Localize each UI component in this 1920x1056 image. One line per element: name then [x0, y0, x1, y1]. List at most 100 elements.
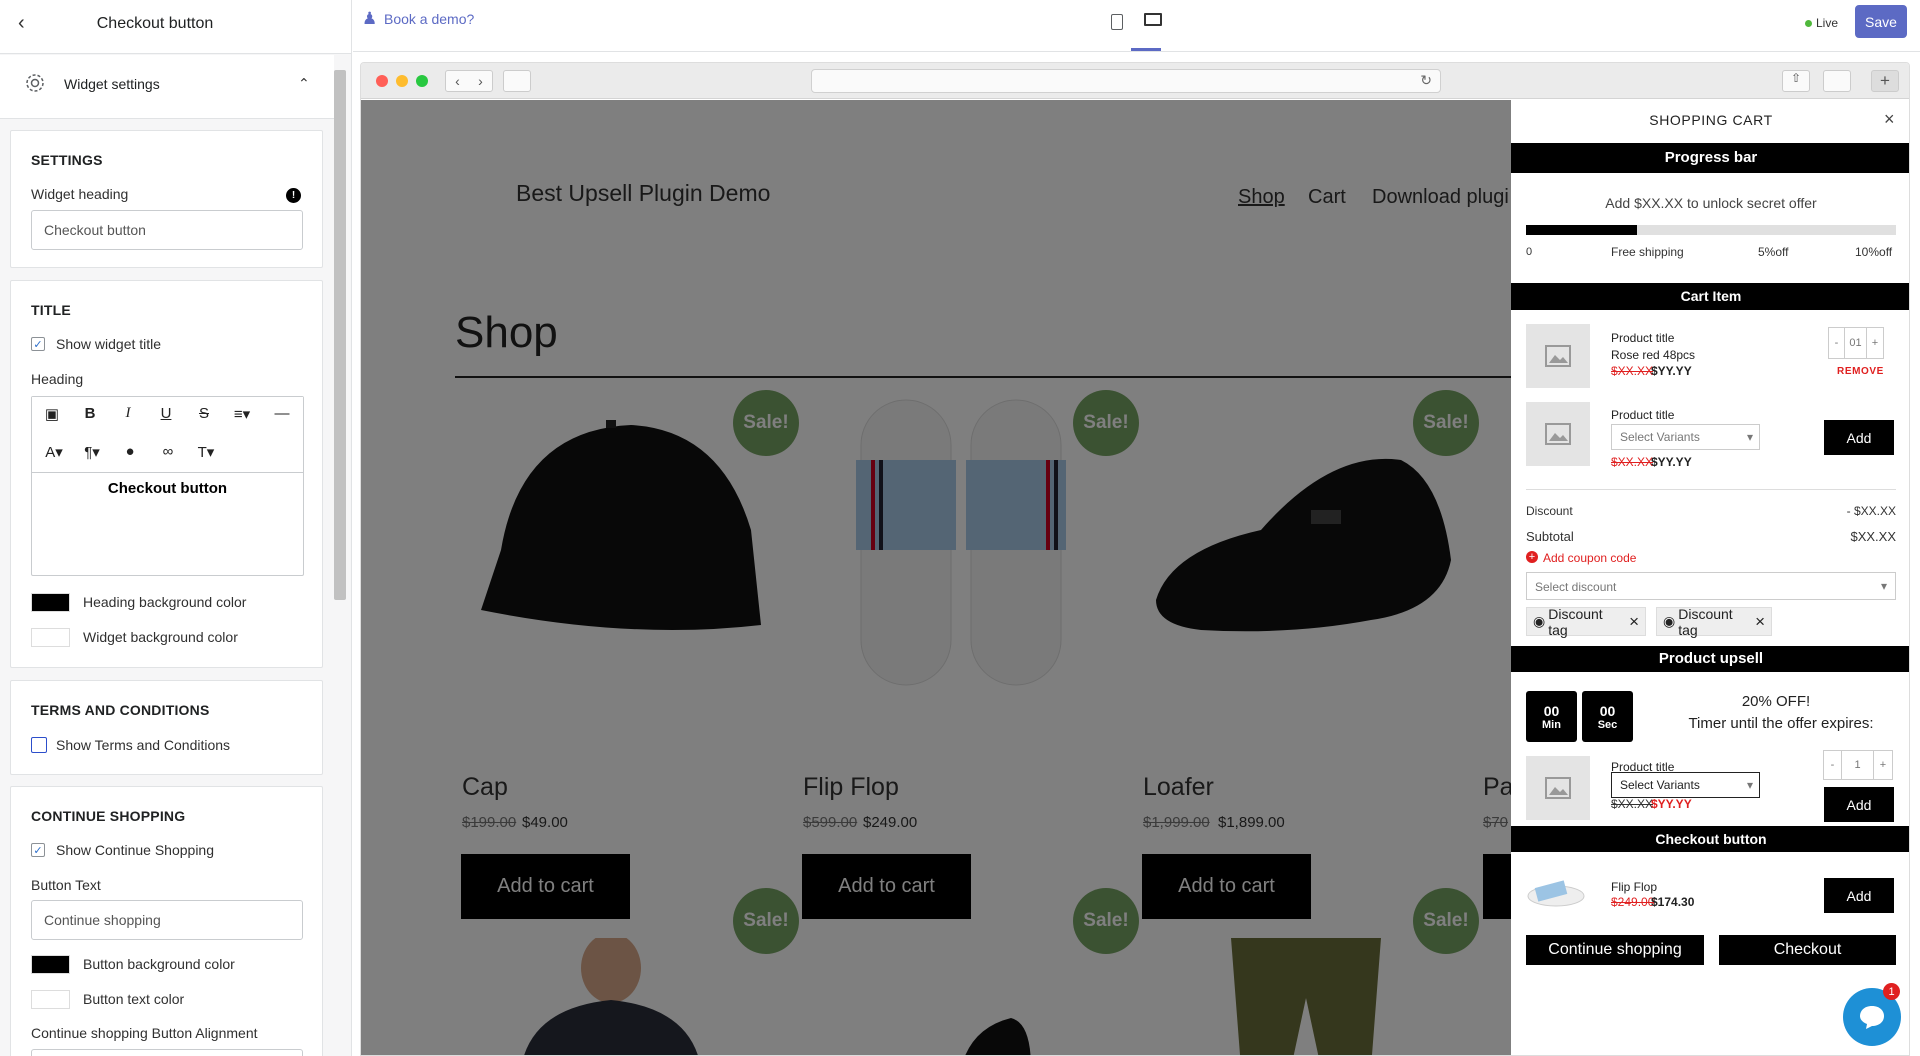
strikethrough-icon[interactable]: S [192, 405, 216, 422]
button-text-color-swatch[interactable] [31, 990, 70, 1009]
add-coupon-link[interactable]: Add coupon code [1543, 551, 1636, 565]
close-dot[interactable] [376, 75, 388, 87]
continue-shopping-button[interactable]: Continue shopping [1526, 935, 1704, 965]
timer-seconds: 00 Sec [1582, 691, 1633, 742]
checkout-button[interactable]: Checkout [1719, 935, 1896, 965]
button-text-label: Button Text [31, 877, 101, 893]
mobile-view-icon[interactable] [1111, 14, 1123, 30]
new-tab-icon[interactable]: + [1871, 70, 1899, 92]
discount-tag-label: Discount tag [1678, 605, 1733, 638]
underline-icon[interactable]: U [154, 405, 178, 422]
upsell-add-button[interactable]: Add [1824, 787, 1894, 822]
italic-icon[interactable]: I [116, 405, 140, 422]
show-terms-checkbox[interactable] [31, 737, 47, 753]
continue-shopping-card: CONTINUE SHOPPING ✓ Show Continue Shoppi… [10, 786, 323, 1056]
maximize-dot[interactable] [416, 75, 428, 87]
widget-heading-input[interactable]: Checkout button [31, 210, 303, 250]
image-placeholder-icon [1545, 345, 1571, 367]
alignment-select[interactable] [31, 1049, 303, 1056]
milestone-10off: 10%off [1855, 245, 1893, 259]
checkout-old-price: $249.00 [1611, 895, 1655, 909]
checkout-add-button[interactable]: Add [1824, 878, 1894, 913]
cart-item-heading: Cart Item [1511, 283, 1909, 310]
close-icon[interactable]: × [1884, 109, 1895, 130]
button-bg-swatch[interactable] [31, 955, 70, 974]
nav-arrows[interactable]: ‹ › [445, 70, 493, 92]
timer-sec-label: Sec [1597, 718, 1618, 731]
timer-minutes: 00 Min [1526, 691, 1577, 742]
paragraph-icon[interactable]: ¶▾ [80, 443, 104, 461]
discount-tag: ◉ Discount tag × [1526, 606, 1646, 638]
decrease-button[interactable]: - [1824, 751, 1842, 779]
widget-bg-swatch[interactable] [31, 628, 70, 647]
tag-icon: ◉ [1663, 613, 1676, 629]
show-continue-checkbox[interactable]: ✓ [31, 843, 45, 857]
subtotal-label: Subtotal [1526, 529, 1574, 544]
variant-select[interactable]: Select Variants ▾ [1611, 424, 1760, 450]
minimize-dot[interactable] [396, 75, 408, 87]
upsell-variant-select[interactable]: Select Variants ▾ [1611, 772, 1760, 798]
remove-link[interactable]: REMOVE [1837, 366, 1884, 377]
back-icon[interactable]: ‹ [455, 73, 460, 89]
address-bar[interactable]: ↻ [811, 69, 1441, 93]
increase-button[interactable]: + [1867, 328, 1883, 358]
info-icon[interactable]: ! [286, 188, 301, 203]
checkout-product-name: Flip Flop [1611, 880, 1658, 894]
settings-card: SETTINGS Widget heading ! Checkout butto… [10, 130, 323, 268]
editor-content[interactable]: Checkout button [32, 480, 303, 497]
button-text-color-label: Button text color [83, 991, 185, 1007]
decrease-button[interactable]: - [1829, 328, 1845, 358]
editor-toolbar: ▣ B I U S ≡▾ — A▾ ¶▾ ● ∞ T▾ [32, 397, 303, 473]
quantity-value[interactable]: 1 [1842, 751, 1874, 779]
add-coupon-icon[interactable]: + [1526, 551, 1538, 563]
progress-fill [1526, 225, 1637, 235]
item-old-price: $XX.XX [1611, 455, 1654, 469]
reload-icon[interactable]: ↻ [1420, 72, 1432, 89]
text-size-icon[interactable]: T▾ [194, 443, 218, 461]
sidebar-toggle-icon[interactable] [503, 70, 531, 92]
button-text-input[interactable]: Continue shopping [31, 900, 303, 940]
show-widget-title-checkbox[interactable]: ✓ [31, 337, 45, 351]
discount-value: - $XX.XX [1846, 504, 1896, 518]
heading-bg-swatch[interactable] [31, 593, 70, 612]
chevron-down-icon: ▾ [1880, 579, 1887, 593]
checkout-button-heading: Checkout button [1511, 826, 1909, 852]
increase-button[interactable]: + [1874, 751, 1892, 779]
sidebar-scrollbar[interactable] [334, 70, 346, 600]
remove-tag-icon[interactable]: × [1629, 612, 1639, 632]
chevron-up-icon[interactable]: ⌄ [298, 74, 310, 91]
upsell-quantity-stepper[interactable]: - 1 + [1823, 750, 1893, 780]
save-button[interactable]: Save [1855, 5, 1907, 38]
chevron-down-icon: ▾ [1746, 778, 1753, 792]
add-item-button[interactable]: Add [1824, 420, 1894, 455]
forward-icon[interactable]: › [478, 73, 483, 89]
sidebar-header: ‹ Checkout button [0, 0, 351, 54]
item-old-price: $XX.XX [1611, 364, 1654, 378]
chat-icon [1860, 1006, 1884, 1029]
discount-select[interactable]: Select discount ▾ [1526, 572, 1896, 600]
gear-icon [26, 74, 44, 92]
book-demo-link[interactable]: Book a demo? [384, 11, 474, 27]
link-icon[interactable]: ∞ [156, 443, 180, 460]
horizontal-rule-icon[interactable]: — [270, 405, 294, 422]
rich-text-editor[interactable]: ▣ B I U S ≡▾ — A▾ ¶▾ ● ∞ T▾ Checkout but… [31, 396, 304, 576]
quantity-value[interactable]: 01 [1845, 328, 1867, 358]
bold-icon[interactable]: B [78, 405, 102, 422]
show-widget-title-label: Show widget title [56, 336, 162, 352]
font-color-icon[interactable]: A▾ [42, 443, 66, 461]
align-icon[interactable]: ≡▾ [230, 405, 254, 423]
product-upsell-heading: Product upsell [1511, 646, 1909, 672]
tabs-icon[interactable] [1823, 70, 1851, 92]
heading-label: Heading [31, 371, 84, 387]
widget-settings-row[interactable]: Widget settings ⌄ [0, 55, 334, 119]
desktop-view-icon[interactable] [1144, 13, 1162, 26]
fill-color-icon[interactable]: ● [118, 443, 142, 460]
milestone-free-shipping: Free shipping [1611, 245, 1684, 259]
progress-bar-heading: Progress bar [1511, 143, 1909, 173]
milestone-5off: 5%off [1758, 245, 1789, 259]
remove-tag-icon[interactable]: × [1755, 612, 1765, 632]
image-icon[interactable]: ▣ [40, 405, 64, 423]
quantity-stepper[interactable]: - 01 + [1828, 327, 1884, 359]
share-icon[interactable]: ⇧ [1782, 70, 1810, 92]
page-overlay[interactable] [361, 100, 1511, 1055]
